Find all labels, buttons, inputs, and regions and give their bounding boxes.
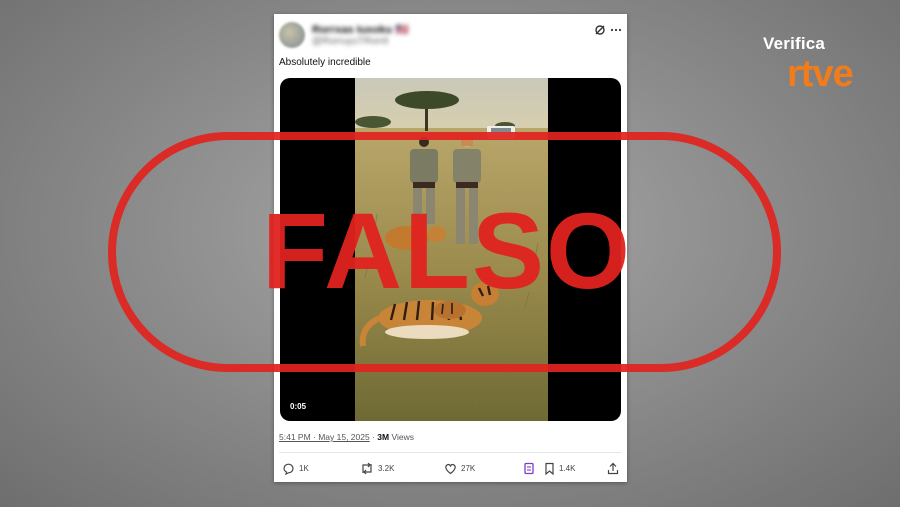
verifica-logo: Verifica (763, 34, 826, 53)
rtve-logo: rtve (787, 53, 854, 95)
falso-stamp: FALSO (108, 132, 781, 372)
stamp-text: FALSO (262, 190, 632, 311)
